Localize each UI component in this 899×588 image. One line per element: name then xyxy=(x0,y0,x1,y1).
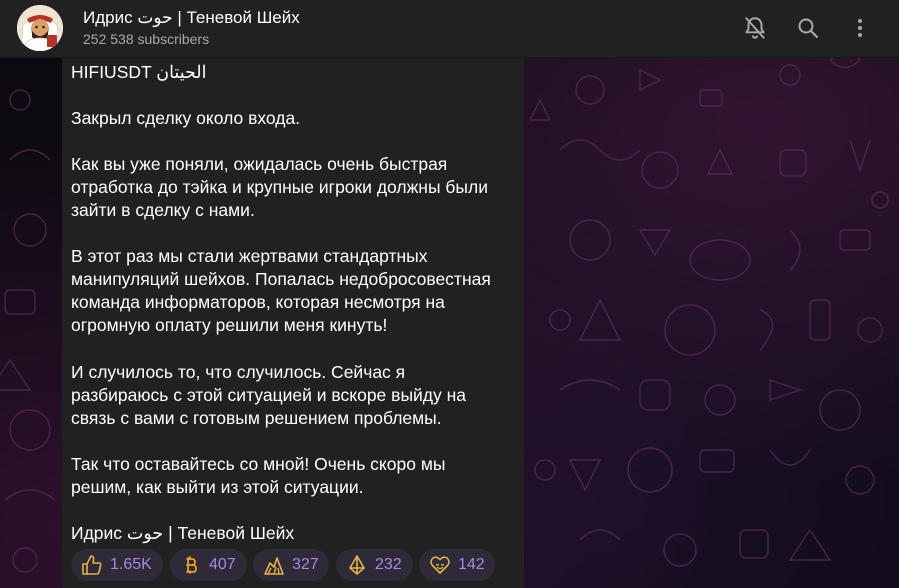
message-line: Как вы уже поняли, ожидалась очень быстр… xyxy=(71,154,448,174)
money-stack-icon xyxy=(262,553,286,577)
message-line: Так что оставайтесь со мной! Очень скоро… xyxy=(71,454,446,474)
unmute-button[interactable] xyxy=(737,10,773,46)
message-line: решим, как выйти из этой ситуации. xyxy=(71,477,364,497)
reaction-thumbs-up[interactable]: 1.65K xyxy=(71,549,163,581)
reaction-money-stack[interactable]: 327 xyxy=(253,549,329,581)
reaction-count: 1.65K xyxy=(110,556,152,573)
message-line: HIFIUSDT الحيتان xyxy=(71,62,207,82)
reaction-count: 407 xyxy=(209,556,236,573)
message-line: И случилось то, что случилось. Сейчас я xyxy=(71,362,406,382)
subscriber-count: 252 538 subscribers xyxy=(83,31,210,47)
channel-post: HIFIUSDT الحيتان Закрыл сделку около вхо… xyxy=(62,58,524,588)
bell-muted-icon xyxy=(745,17,765,39)
message-line: зайти в сделку с нами. xyxy=(71,200,255,220)
reaction-bitcoin[interactable]: 407 xyxy=(170,549,247,581)
reaction-diamond[interactable]: 232 xyxy=(336,549,413,581)
channel-avatar[interactable] xyxy=(17,5,63,51)
channel-title[interactable]: Идрис حوت | Теневой Шейх xyxy=(83,8,300,28)
message-line: манипуляций шейхов. Попалась недобросове… xyxy=(71,269,491,289)
message-signature: Идрис حوت | Теневой Шейх xyxy=(71,523,295,543)
message-line: отработка до тэйка и крупные игроки долж… xyxy=(71,177,488,197)
avatar-image xyxy=(17,5,63,51)
heart-icon xyxy=(428,553,452,577)
thumbs-up-icon xyxy=(80,553,104,577)
message-line: В этот раз мы стали жертвами стандартных xyxy=(71,246,428,266)
more-vertical-icon xyxy=(858,19,862,37)
message-line: Закрыл сделку около входа. xyxy=(71,108,301,128)
reaction-count: 232 xyxy=(375,556,402,573)
bitcoin-icon xyxy=(179,553,203,577)
reaction-count: 142 xyxy=(458,556,485,573)
reaction-count: 327 xyxy=(292,556,319,573)
telegram-channel-view: Идрис حوت | Теневой Шейх 252 538 subscri… xyxy=(0,0,899,588)
message-line: огромную оплату решили меня кинуть! xyxy=(71,315,388,335)
diamond-icon xyxy=(345,553,369,577)
message-line: связь с вами с готовым решением проблемы… xyxy=(71,408,442,428)
search-icon xyxy=(798,18,819,39)
more-options-button[interactable] xyxy=(842,10,878,46)
message-line: команда информаторов, которая несмотря н… xyxy=(71,292,445,312)
reaction-heart[interactable]: 142 xyxy=(419,549,495,581)
search-button[interactable] xyxy=(790,10,826,46)
chat-header: Идрис حوت | Теневой Шейх 252 538 subscri… xyxy=(0,0,899,58)
message-line: разбираюсь с этой ситуацией и вскоре вый… xyxy=(71,385,467,405)
